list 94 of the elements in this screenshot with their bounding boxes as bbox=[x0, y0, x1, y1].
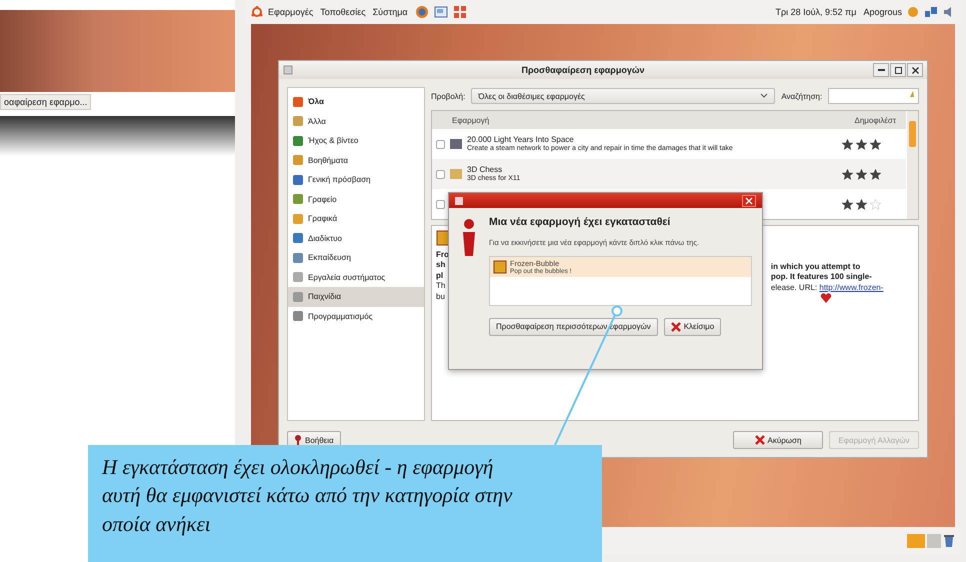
category-item[interactable]: Άλλα bbox=[288, 112, 424, 131]
category-icon bbox=[292, 290, 304, 303]
close-icon bbox=[912, 66, 918, 74]
category-icon bbox=[292, 174, 304, 186]
maximize-icon bbox=[894, 66, 902, 74]
description-text: elease. URL: bbox=[770, 282, 818, 292]
checkbox[interactable] bbox=[436, 140, 445, 148]
description-text: pop. It features 100 single- bbox=[770, 272, 872, 282]
category-item[interactable]: Προγραμματισμός bbox=[288, 306, 424, 326]
category-icon bbox=[292, 134, 304, 147]
view-label: Προβολή: bbox=[431, 92, 466, 100]
menu-item[interactable]: Εφαρμογές bbox=[268, 7, 314, 17]
maximize-button[interactable] bbox=[890, 63, 906, 77]
help-icon bbox=[294, 435, 302, 445]
workspace-switcher[interactable] bbox=[927, 534, 941, 548]
search-field[interactable] bbox=[828, 88, 919, 104]
star-icon bbox=[856, 138, 867, 150]
category-item[interactable]: Παιχνίδια bbox=[288, 287, 424, 306]
chevron-down-icon bbox=[760, 93, 768, 99]
star-icon bbox=[856, 168, 867, 180]
category-item[interactable]: Όλα bbox=[288, 92, 424, 112]
description-text: in which you attempt to bbox=[770, 262, 860, 271]
close-button[interactable] bbox=[907, 63, 923, 77]
trash-icon bbox=[943, 534, 955, 548]
callout-text: Η εγκατάσταση έχει ολοκληρωθεί - η εφαρμογή αυτή θα εμφανιστεί κάτω από την κατηγορία στην οποία ανήκει bbox=[88, 445, 602, 562]
window-icon bbox=[434, 5, 448, 19]
remove-app-button[interactable]: οαφαίρεση εφαρμο... bbox=[0, 94, 92, 110]
view-dropdown[interactable]: Όλες οι διαθέσιμες εφαρμογές bbox=[471, 88, 776, 104]
more-apps-button[interactable]: Προσθαφαίρεση περισσότερων εφαρμογών bbox=[489, 318, 658, 336]
close-icon bbox=[745, 196, 753, 204]
cancel-button[interactable]: Ακύρωση bbox=[733, 431, 823, 449]
category-item[interactable]: Βοηθήματα bbox=[288, 150, 424, 170]
category-icon bbox=[292, 154, 304, 166]
heart-icon bbox=[820, 293, 832, 303]
window-menu-icon bbox=[283, 65, 293, 75]
clock-text: Τρι 28 Ιούλ, 9:52 πμ bbox=[775, 7, 856, 17]
category-item[interactable]: Γραφείο bbox=[288, 190, 424, 209]
ring-logo-icon bbox=[251, 6, 263, 18]
cross-icon bbox=[754, 435, 765, 445]
user-name[interactable]: Apogrous bbox=[863, 7, 902, 17]
checkbox[interactable] bbox=[436, 200, 445, 208]
app-name: 3D Chess bbox=[467, 165, 504, 174]
star-icon bbox=[870, 138, 881, 150]
star-icon bbox=[842, 198, 853, 210]
description-text: Fro bbox=[436, 250, 449, 260]
network-icon bbox=[924, 6, 938, 18]
window-menu-icon bbox=[455, 196, 463, 204]
category-item[interactable]: Διαδίκτυο bbox=[288, 228, 424, 248]
search-label: Αναζήτηση: bbox=[781, 92, 822, 100]
checkbox[interactable] bbox=[436, 170, 445, 178]
app-icon bbox=[449, 167, 463, 181]
grid-icon bbox=[452, 5, 467, 19]
category-icon bbox=[292, 232, 304, 244]
category-item[interactable]: Γραφικά bbox=[288, 209, 424, 228]
category-item[interactable]: Ήχος & βίντεο bbox=[288, 131, 424, 150]
category-icon bbox=[292, 96, 304, 108]
description-text: Th bbox=[436, 281, 446, 292]
app-icon bbox=[493, 260, 507, 274]
category-icon bbox=[292, 252, 304, 264]
minimize-button[interactable] bbox=[873, 63, 889, 77]
star-icon bbox=[870, 168, 881, 180]
menu-item[interactable]: Τοποθεσίες bbox=[320, 7, 366, 17]
star-icon bbox=[842, 168, 853, 180]
url-link[interactable]: http://www.frozen- bbox=[819, 282, 884, 292]
category-item[interactable]: Γενική πρόσβαση bbox=[288, 170, 424, 190]
category-icon bbox=[292, 271, 304, 284]
scrollbar[interactable] bbox=[907, 111, 918, 219]
app-icon bbox=[449, 137, 463, 151]
scroll-thumb[interactable] bbox=[909, 121, 916, 147]
status-icon bbox=[907, 6, 919, 18]
star-icon bbox=[842, 138, 853, 150]
category-icon bbox=[292, 212, 304, 225]
globe-icon bbox=[414, 5, 429, 19]
description-text: bu bbox=[436, 292, 446, 302]
minimize-icon bbox=[878, 69, 884, 71]
star-icon bbox=[856, 198, 867, 210]
close-button[interactable]: Κλείσιμο bbox=[664, 318, 722, 336]
category-icon bbox=[292, 193, 304, 206]
category-item[interactable]: Εκπαίδευση bbox=[288, 248, 424, 268]
workspace-switcher[interactable] bbox=[907, 534, 925, 548]
dialog-heading: Μια νέα εφαρμογή έχει εγκατασταθεί bbox=[489, 216, 672, 228]
menu-item[interactable]: Σύστημα bbox=[372, 7, 408, 17]
category-icon bbox=[292, 115, 304, 128]
description-text: sh bbox=[436, 260, 446, 271]
column-header[interactable]: Εφαρμογή bbox=[452, 116, 490, 124]
cross-icon bbox=[670, 322, 681, 332]
category-item[interactable]: Εργαλεία συστήματος bbox=[288, 268, 424, 287]
column-header[interactable]: Δημοφιλέστ bbox=[854, 116, 896, 124]
window-title: Προσθαφαίρεση εφαρμογών bbox=[520, 65, 646, 75]
description-text: pl bbox=[436, 270, 444, 282]
empty-star-icon bbox=[870, 198, 881, 210]
app-name: 20.000 Light Years Into Space bbox=[467, 135, 575, 144]
close-button[interactable] bbox=[742, 194, 756, 206]
category-icon bbox=[292, 310, 304, 322]
